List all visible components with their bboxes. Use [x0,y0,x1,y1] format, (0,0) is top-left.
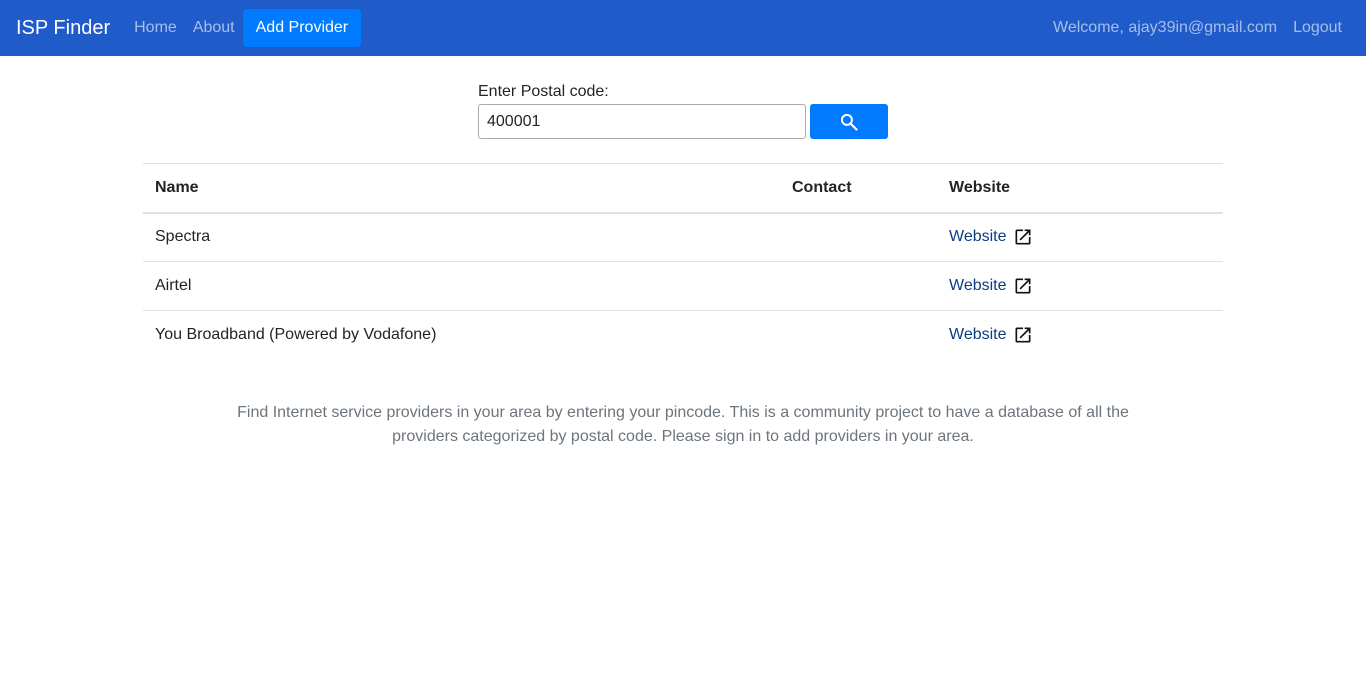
search-icon [840,113,858,131]
website-link[interactable]: Website [949,227,1033,247]
providers-table: Name Contact Website Spectra Website Air… [143,163,1223,360]
website-link-label: Website [949,326,1007,344]
website-link-label: Website [949,277,1007,294]
website-link[interactable]: Website [949,276,1033,296]
header-contact: Contact [780,163,937,214]
provider-website-cell: Website [937,261,1223,311]
search-row [478,104,888,139]
provider-name: Airtel [143,261,780,311]
welcome-user-link[interactable]: Welcome, ajay39in@gmail.com [1045,19,1285,37]
table-row: Airtel Website [143,261,1223,311]
provider-name: You Broadband (Powered by Vodafone) [143,310,780,360]
provider-website-cell: Website [937,213,1223,262]
website-link[interactable]: Website [949,325,1033,345]
nav-right: Welcome, ajay39in@gmail.com Logout [1045,19,1350,37]
postal-code-input[interactable] [478,104,806,139]
provider-contact [780,310,937,360]
nav-about-link[interactable]: About [185,19,243,37]
nav-home-link[interactable]: Home [126,19,185,37]
table-header-row: Name Contact Website [143,163,1223,214]
logout-link[interactable]: Logout [1285,19,1350,37]
postal-code-label: Enter Postal code: [478,83,609,100]
brand-link[interactable]: ISP Finder [16,17,110,40]
external-link-icon [1015,278,1031,294]
table-row: You Broadband (Powered by Vodafone) Webs… [143,310,1223,360]
search-form: Enter Postal code: [478,83,888,139]
provider-website-cell: Website [937,310,1223,360]
external-link-icon [1015,327,1031,343]
provider-name: Spectra [155,228,211,246]
website-link-label: Website [949,228,1007,246]
search-button[interactable] [810,104,888,139]
header-name: Name [143,163,780,214]
header-website: Website [937,163,1223,214]
navbar: ISP Finder Home About Add Provider Welco… [0,0,1366,56]
add-provider-button[interactable]: Add Provider [242,9,362,47]
provider-contact [780,261,937,311]
table-row: Spectra Website [143,213,1223,262]
provider-contact [780,213,937,262]
external-link-icon [1015,229,1031,245]
footer-description: Find Internet service providers in your … [237,404,1129,445]
